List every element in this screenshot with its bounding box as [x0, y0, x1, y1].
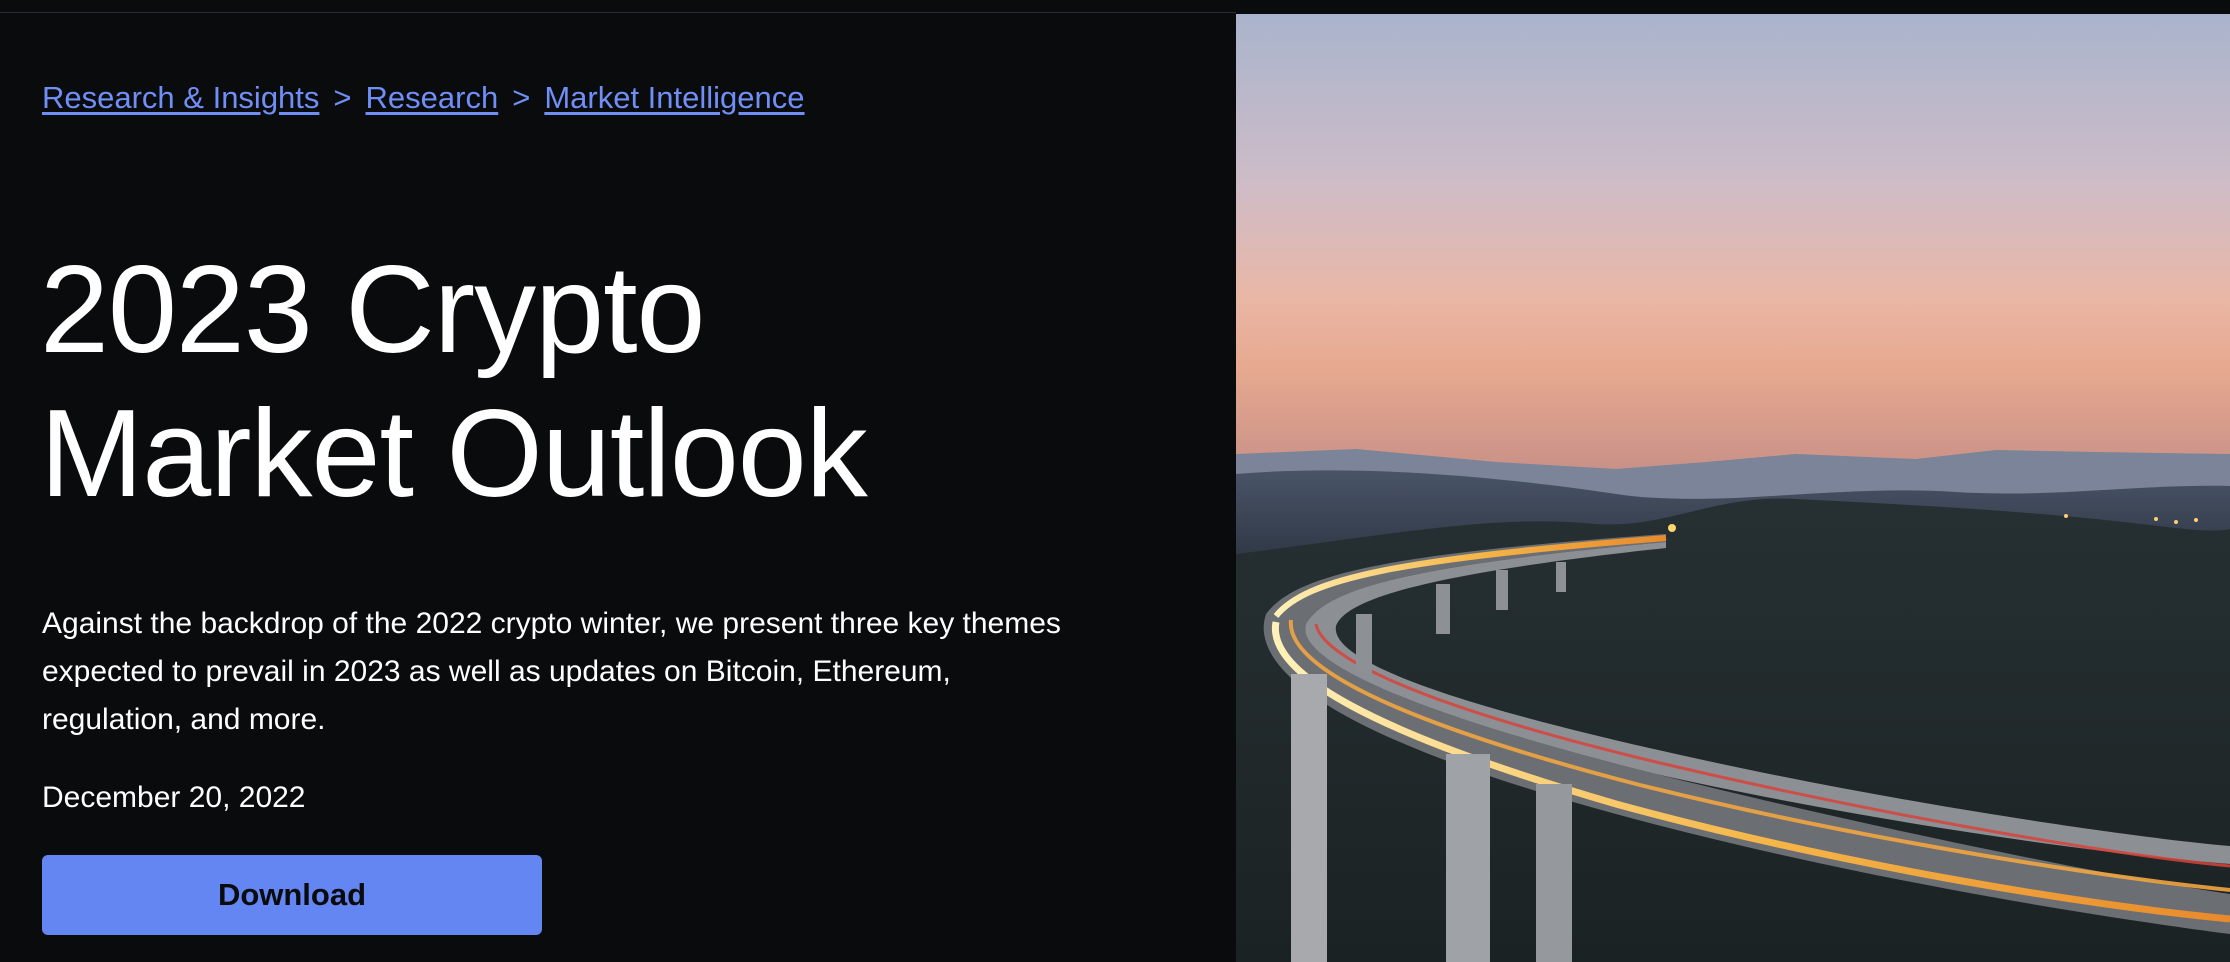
- header-divider: [0, 12, 1236, 13]
- breadcrumb-separator: >: [512, 80, 531, 115]
- download-button[interactable]: Download: [42, 855, 542, 935]
- breadcrumb-separator: >: [333, 80, 352, 115]
- breadcrumb-research-link[interactable]: Research: [366, 80, 499, 115]
- hero-image: [1236, 14, 2230, 962]
- hero-description: Against the backdrop of the 2022 crypto …: [42, 607, 1061, 736]
- page-title-line-1: 2023 Crypto: [40, 241, 706, 379]
- page-title: 2023 Crypto Market Outlook: [40, 238, 868, 526]
- highway-bridge-dusk-photo: [1236, 14, 2230, 962]
- breadcrumb-market-intelligence-link[interactable]: Market Intelligence: [544, 80, 804, 115]
- publish-date: December 20, 2022: [42, 781, 306, 814]
- page: Research & Insights > Research > Market Inte…: [0, 0, 2230, 962]
- breadcrumb-research-insights-link[interactable]: Research & Insights: [42, 80, 319, 115]
- breadcrumb: Research & Insights > Research > Market Inte…: [42, 78, 805, 118]
- page-title-line-2: Market Outlook: [40, 385, 868, 523]
